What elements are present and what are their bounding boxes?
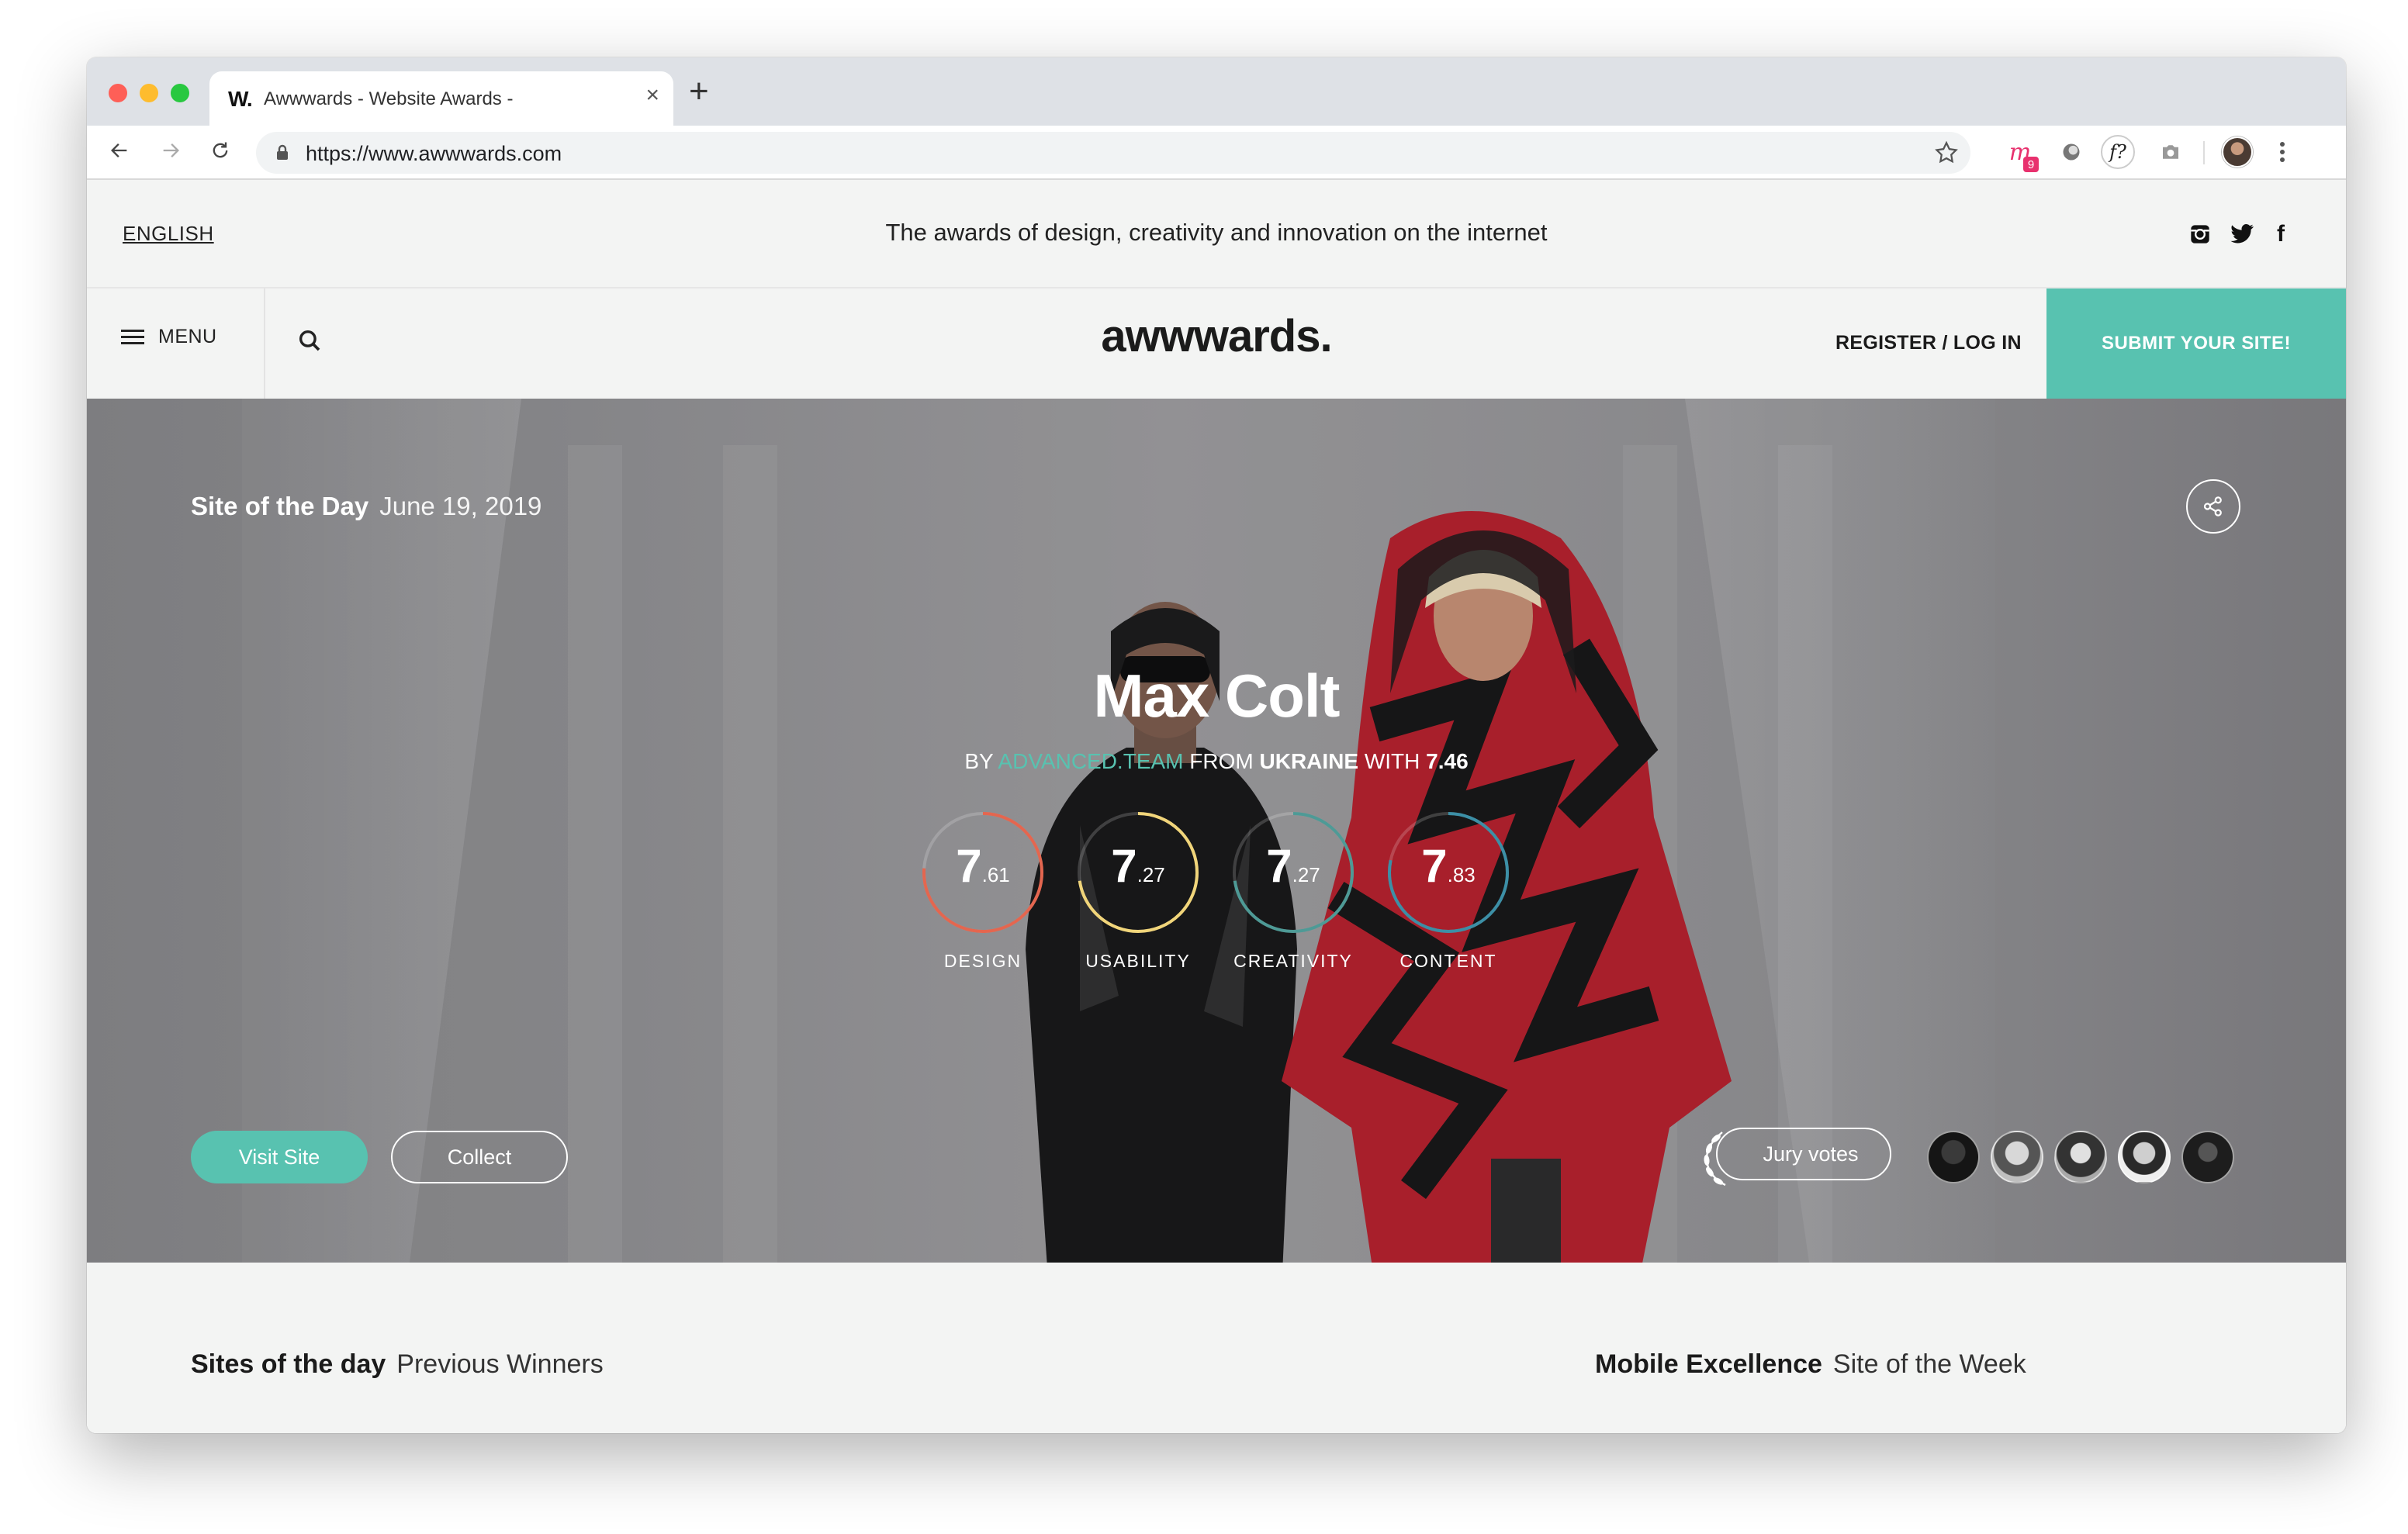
score-integer: 7: [1421, 840, 1448, 892]
maximize-window-button[interactable]: [171, 84, 189, 102]
byline-from: FROM: [1189, 749, 1254, 773]
arrow-left-icon: [111, 143, 127, 157]
site-of-the-week-link[interactable]: Site of the Week: [1833, 1349, 2026, 1379]
main-navbar: MENU awwwards. REGISTER / LOG IN SUBMIT …: [87, 288, 2346, 399]
sotd-badge: Site of the Day: [191, 492, 369, 520]
score-value: 7.61: [920, 839, 1046, 893]
sites-of-the-day-title[interactable]: Sites of the day: [191, 1349, 386, 1379]
register-login-link[interactable]: REGISTER / LOG IN: [1835, 332, 2022, 354]
collect-button[interactable]: Collect: [391, 1131, 568, 1183]
instagram-icon[interactable]: [2186, 220, 2214, 248]
score-integer: 7: [1266, 840, 1292, 892]
byline-with: WITH: [1364, 749, 1420, 773]
byline-team-link[interactable]: ADVANCED.TEAM: [998, 749, 1183, 773]
sections-bar: Sites of the day Previous Winners Mobile …: [87, 1263, 2346, 1433]
score-decimal: .83: [1447, 863, 1476, 886]
back-button[interactable]: [102, 133, 137, 168]
score-decimal: .61: [981, 863, 1010, 886]
more-menu-icon[interactable]: [2275, 136, 2290, 171]
site-byline: BY ADVANCED.TEAM FROM UKRAINE WITH 7.46: [87, 749, 2346, 774]
share-icon: [2203, 496, 2222, 517]
browser-window: W. Awwwards - Website Awards - × + https…: [87, 57, 2346, 1433]
score-integer: 7: [956, 840, 982, 892]
share-button[interactable]: [2186, 479, 2240, 534]
score-decimal: .27: [1292, 863, 1320, 886]
site-of-the-day-label: Site of the Day June 19, 2019: [191, 492, 541, 521]
byline-by: BY: [964, 749, 994, 773]
tab-awwwards[interactable]: W. Awwwards - Website Awards - ×: [209, 71, 673, 126]
score-label: CREATIVITY: [1233, 951, 1353, 971]
lock-icon: [277, 144, 288, 160]
score-creativity: 7.27 CREATIVITY: [1230, 810, 1362, 980]
minimize-window-button[interactable]: [140, 84, 158, 102]
reload-icon: [213, 142, 228, 158]
hero-site-of-the-day: Site of the Day June 19, 2019 Max Colt BY…: [87, 399, 2346, 1263]
tab-strip: W. Awwwards - Website Awards - × +: [87, 57, 2346, 126]
toolbar-divider: [2203, 141, 2205, 164]
previous-winners-link[interactable]: Previous Winners: [396, 1349, 603, 1379]
score-decimal: .27: [1137, 863, 1165, 886]
score-label: DESIGN: [943, 951, 1022, 971]
facebook-icon[interactable]: f: [2267, 220, 2295, 248]
jury-avatar[interactable]: [2118, 1131, 2171, 1183]
page: ENGLISH The awards of design, creativity…: [87, 180, 2346, 1433]
tab-close-icon[interactable]: ×: [645, 84, 659, 107]
mobile-excellence-heading: Mobile Excellence Site of the Week: [1595, 1349, 2026, 1380]
tab-title: Awwwards - Website Awards -: [264, 88, 514, 109]
score-design: 7.61 DESIGN: [920, 810, 1052, 980]
score-value: 7.83: [1386, 839, 1511, 893]
sites-of-the-day-heading: Sites of the day Previous Winners: [191, 1349, 604, 1380]
browser-toolbar: https://www.awwwards.com m9 f?: [87, 126, 2346, 180]
reload-button[interactable]: [203, 133, 237, 168]
jury-avatar[interactable]: [1991, 1131, 2043, 1183]
jury-avatars: [1927, 1131, 2234, 1183]
extension-fonts-icon[interactable]: f?: [2101, 135, 2135, 169]
close-window-button[interactable]: [109, 84, 127, 102]
byline-country: UKRAINE: [1259, 749, 1359, 773]
bookmark-star-icon[interactable]: [1933, 140, 1960, 166]
score-content: 7.83 CONTENT: [1386, 810, 1517, 980]
score-value: 7.27: [1230, 839, 1356, 893]
camera-icon[interactable]: [2154, 135, 2188, 169]
jury-votes-button[interactable]: Jury votes: [1716, 1128, 1891, 1180]
url-text: https://www.awwwards.com: [306, 142, 562, 165]
tagline: The awards of design, creativity and inn…: [885, 219, 1548, 246]
score-value: 7.27: [1075, 839, 1201, 893]
top-bar: ENGLISH The awards of design, creativity…: [87, 180, 2346, 288]
tab-favicon: W.: [228, 87, 253, 111]
profile-avatar[interactable]: [2222, 136, 2253, 168]
visit-site-button[interactable]: Visit Site: [191, 1131, 368, 1183]
address-bar[interactable]: https://www.awwwards.com: [256, 132, 1970, 174]
extension-circle-icon[interactable]: [2054, 135, 2088, 169]
score-rings: 7.61 DESIGN 7.27 USABILITY 7.27 CREATIVITY 7.8…: [920, 810, 1541, 980]
score-usability: 7.27 USABILITY: [1075, 810, 1207, 980]
score-integer: 7: [1111, 840, 1137, 892]
byline-score: 7.46: [1426, 749, 1469, 773]
new-tab-button[interactable]: +: [689, 74, 709, 109]
mobile-excellence-title[interactable]: Mobile Excellence: [1595, 1349, 1822, 1379]
score-label: CONTENT: [1399, 951, 1497, 971]
jury-avatar[interactable]: [2054, 1131, 2107, 1183]
jury-avatar[interactable]: [1927, 1131, 1980, 1183]
arrow-right-icon: [163, 143, 179, 157]
extension-badge: 9: [2023, 157, 2039, 172]
site-title[interactable]: Max Colt: [87, 661, 2346, 731]
score-label: USABILITY: [1085, 951, 1191, 971]
jury-avatar[interactable]: [2181, 1131, 2234, 1183]
sotd-date: June 19, 2019: [379, 492, 542, 520]
extension-m-icon[interactable]: m9: [2003, 135, 2039, 172]
forward-button[interactable]: [154, 133, 188, 168]
submit-site-button[interactable]: SUBMIT YOUR SITE!: [2046, 288, 2346, 399]
twitter-icon[interactable]: [2228, 220, 2256, 248]
